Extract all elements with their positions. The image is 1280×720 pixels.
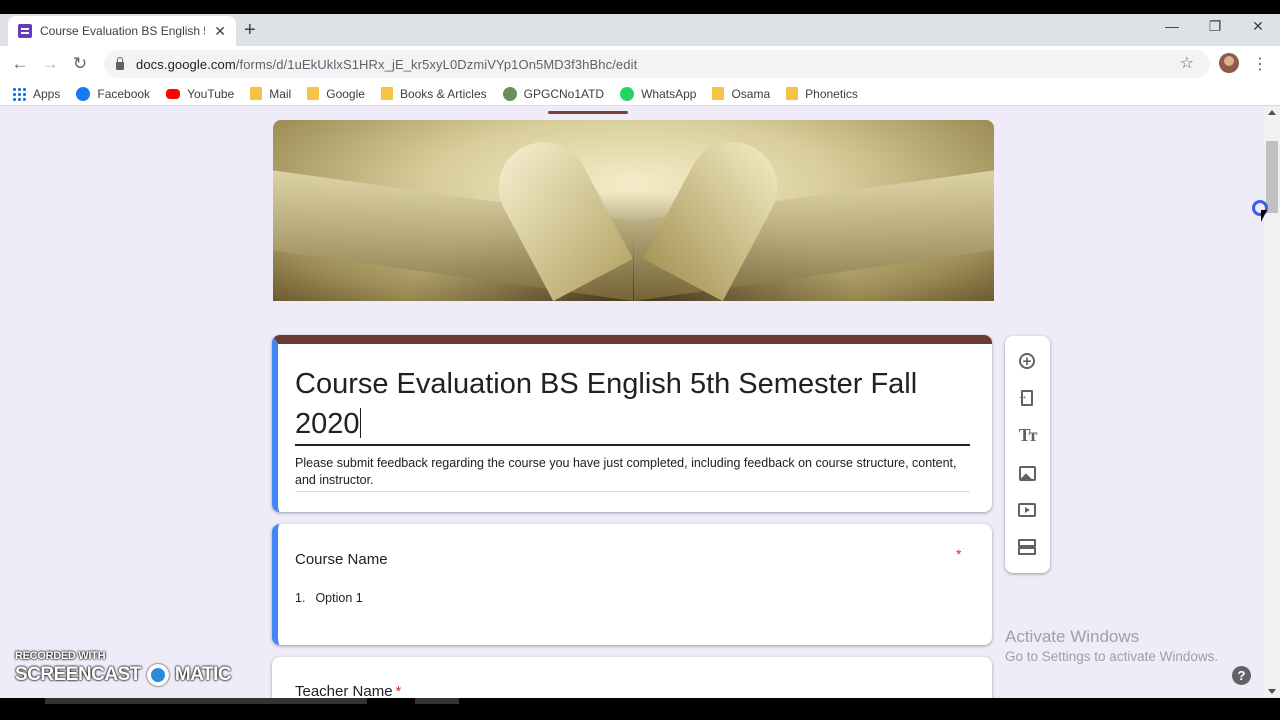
watermark-right: MATIC	[174, 664, 232, 685]
lock-icon[interactable]	[116, 57, 124, 70]
activate-windows-notice: Activate Windows Go to Settings to activ…	[1005, 626, 1218, 666]
activate-title: Activate Windows	[1005, 627, 1140, 646]
question-card-course-name[interactable]: Course Name * 1. Option 1	[272, 524, 992, 645]
video-bottom-bar	[0, 698, 1280, 720]
add-title-button[interactable]: Tт	[1016, 424, 1038, 446]
bookmarks-bar: Apps Facebook YouTube Mail Google Books …	[0, 82, 1280, 106]
bookmark-books-articles[interactable]: Books & Articles	[380, 87, 487, 101]
form-title-input[interactable]: Course Evaluation BS English 5th Semeste…	[295, 364, 945, 444]
bookmark-osama[interactable]: Osama	[712, 87, 770, 101]
mouse-cursor-icon	[1261, 210, 1267, 222]
page-scrollbar[interactable]	[1264, 107, 1280, 698]
screencast-logo-icon	[146, 664, 169, 686]
whatsapp-icon	[620, 86, 635, 101]
form-title-card[interactable]: Course Evaluation BS English 5th Semeste…	[272, 335, 992, 512]
profile-avatar[interactable]	[1219, 53, 1239, 73]
scroll-thumb[interactable]	[1266, 141, 1278, 213]
minimize-button[interactable]: —	[1157, 18, 1187, 34]
video-icon	[1018, 503, 1036, 517]
add-image-button[interactable]	[1016, 462, 1038, 484]
form-side-toolbar: + Tт	[1005, 336, 1050, 573]
bookmark-mail[interactable]: Mail	[250, 87, 291, 101]
add-video-button[interactable]	[1016, 499, 1038, 521]
add-question-button[interactable]: +	[1016, 350, 1038, 372]
bookmark-gpgcno1atd[interactable]: GPGCNo1ATD	[502, 86, 604, 101]
browser-menu-icon[interactable]: ⋮	[1252, 54, 1268, 74]
description-underline	[295, 491, 970, 492]
browser-tab[interactable]: Course Evaluation BS English 5th ✕	[8, 16, 236, 46]
required-asterisk: *	[395, 683, 402, 698]
folder-icon	[307, 87, 320, 100]
required-asterisk: *	[956, 546, 962, 562]
bookmark-star-icon[interactable]: ☆	[1180, 53, 1194, 73]
form-description-input[interactable]: Please submit feedback regarding the cou…	[295, 455, 970, 489]
bookmark-whatsapp[interactable]: WhatsApp	[620, 86, 696, 101]
folder-icon	[712, 87, 725, 100]
screencast-watermark: RECORDED WITH SCREENCAST MATIC	[15, 650, 232, 686]
new-tab-button[interactable]: +	[244, 20, 256, 40]
browser-toolbar: ← → ↻ docs.google.com/forms/d/1uEkUklxS1…	[0, 46, 1280, 82]
bookmark-apps[interactable]: Apps	[12, 86, 60, 101]
watermark-left: SCREENCAST	[15, 664, 141, 685]
watermark-caption: RECORDED WITH	[15, 650, 106, 662]
address-bar[interactable]: docs.google.com/forms/d/1uEkUklxS1HRx_jE…	[104, 50, 1210, 78]
progress-segment	[45, 698, 367, 704]
bookmark-google[interactable]: Google	[307, 87, 365, 101]
add-circle-icon: +	[1019, 353, 1035, 369]
back-button[interactable]: ←	[10, 54, 30, 74]
bookmark-phonetics[interactable]: Phonetics	[786, 87, 858, 101]
text-caret	[359, 408, 361, 438]
google-forms-icon	[18, 24, 32, 38]
header-image	[273, 120, 994, 301]
title-underline	[295, 444, 970, 446]
close-tab-icon[interactable]: ✕	[214, 23, 226, 40]
progress-segment	[415, 698, 459, 704]
forward-button[interactable]: →	[40, 54, 60, 74]
question-title[interactable]: Teacher Name *	[295, 683, 401, 698]
activate-subtitle: Go to Settings to activate Windows.	[1005, 649, 1219, 664]
bookmark-youtube[interactable]: YouTube	[166, 87, 234, 101]
facebook-icon	[76, 86, 91, 101]
folder-icon	[250, 87, 263, 100]
site-icon	[502, 86, 517, 101]
import-icon	[1017, 390, 1033, 406]
question-option[interactable]: 1. Option 1	[295, 591, 363, 605]
questions-tab-indicator	[548, 111, 628, 114]
folder-icon	[380, 87, 393, 100]
text-format-icon: Tт	[1018, 424, 1038, 445]
bookmark-facebook[interactable]: Facebook	[76, 86, 150, 101]
section-icon	[1018, 539, 1036, 555]
scroll-up-arrow-icon[interactable]	[1268, 110, 1276, 115]
tab-strip: Course Evaluation BS English 5th ✕ + — ❐…	[0, 14, 1280, 46]
add-section-button[interactable]	[1016, 536, 1038, 558]
browser-window: Course Evaluation BS English 5th ✕ + — ❐…	[0, 14, 1280, 698]
help-icon[interactable]: ?	[1232, 666, 1251, 685]
restore-button[interactable]: ❐	[1200, 18, 1230, 35]
question-title[interactable]: Course Name	[295, 551, 388, 568]
url-text: docs.google.com/forms/d/1uEkUklxS1HRx_jE…	[136, 56, 638, 72]
close-window-button[interactable]: ✕	[1243, 18, 1273, 35]
reload-button[interactable]: ↻	[70, 54, 90, 74]
forms-editor-page: Course Evaluation BS English 5th Semeste…	[0, 107, 1264, 698]
image-icon	[1018, 465, 1036, 481]
youtube-icon	[166, 88, 181, 99]
folder-icon	[786, 87, 799, 100]
import-questions-button[interactable]	[1016, 387, 1038, 409]
scroll-down-arrow-icon[interactable]	[1268, 689, 1276, 694]
tab-title: Course Evaluation BS English 5th	[40, 24, 205, 38]
question-card-teacher-name[interactable]: Teacher Name *	[272, 657, 992, 698]
apps-grid-icon	[12, 86, 26, 101]
